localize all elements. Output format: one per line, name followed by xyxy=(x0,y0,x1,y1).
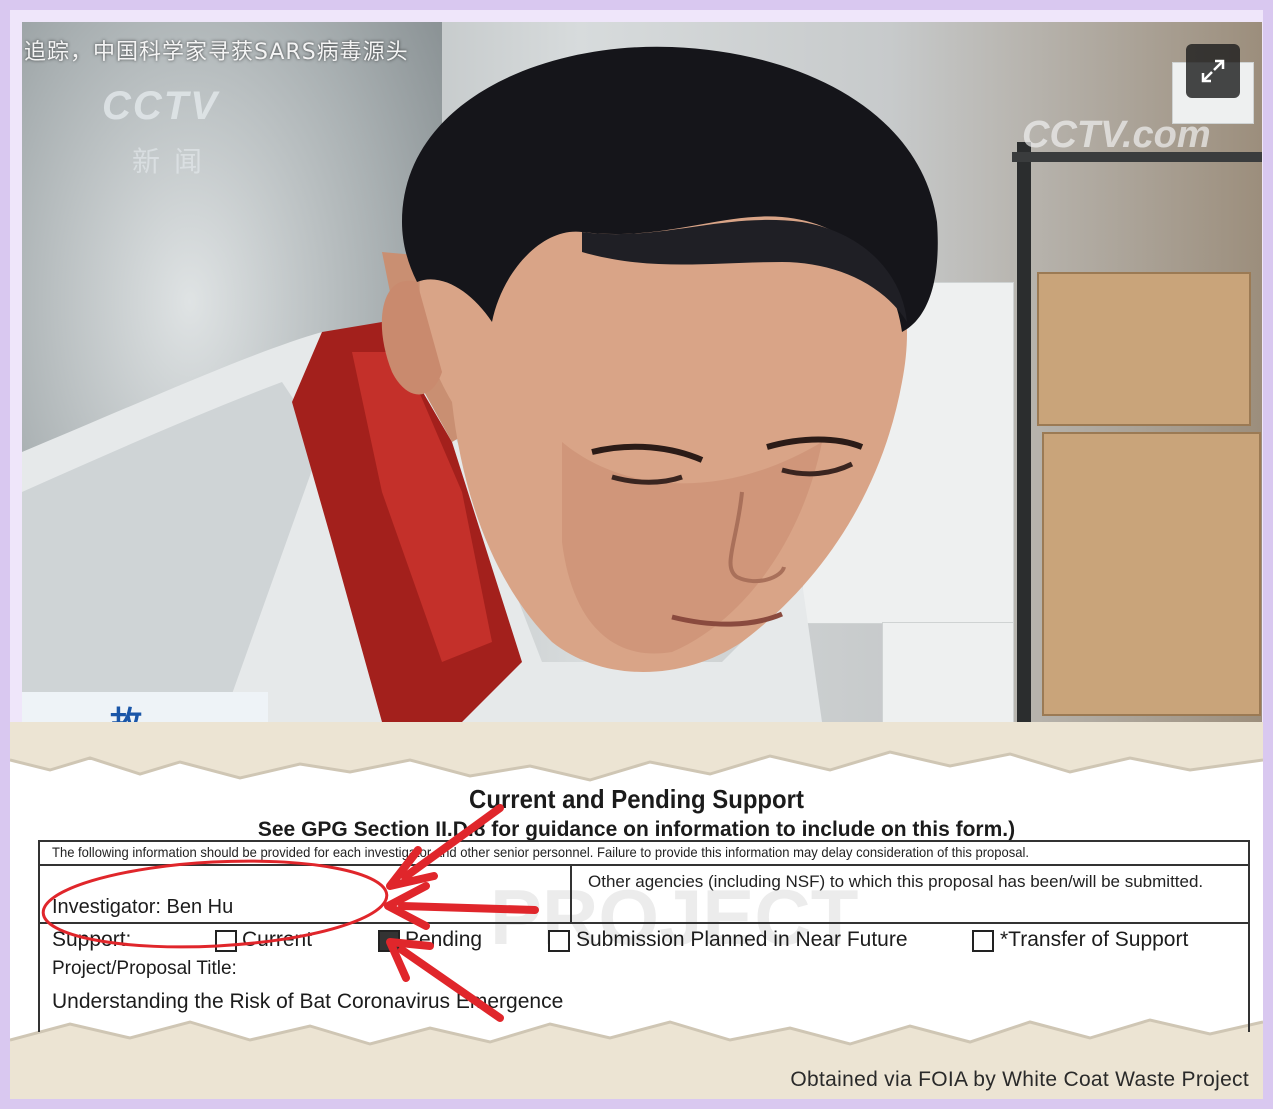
expand-arrows-icon xyxy=(1201,59,1225,83)
arrow-bottom xyxy=(386,938,504,1022)
news-caption: 追踪，中国科学家寻获SARS病毒源头 xyxy=(24,40,409,65)
highlight-circle xyxy=(41,859,389,949)
foia-credit: Obtained via FOIA by White Coat Waste Pr… xyxy=(790,1068,1249,1091)
chyron-bar: 故事 xyxy=(22,692,268,722)
arrow-middle xyxy=(384,882,539,930)
cctv-logo: CCTV xyxy=(102,84,219,128)
arrow-top xyxy=(386,804,504,890)
fullscreen-button[interactable] xyxy=(1186,44,1240,98)
torn-document: PROJECT Current and Pending Support See … xyxy=(10,722,1263,1099)
red-annotations xyxy=(41,804,539,1022)
cctv-com-logo: CCTV.com xyxy=(1022,114,1211,156)
cctv-news-logo: 新闻 xyxy=(132,145,217,178)
video-still: 追踪，中国科学家寻获SARS病毒源头 CCTV 新闻 CCTV.com 故事 xyxy=(22,22,1262,722)
chyron-text: 故事 xyxy=(110,698,268,722)
